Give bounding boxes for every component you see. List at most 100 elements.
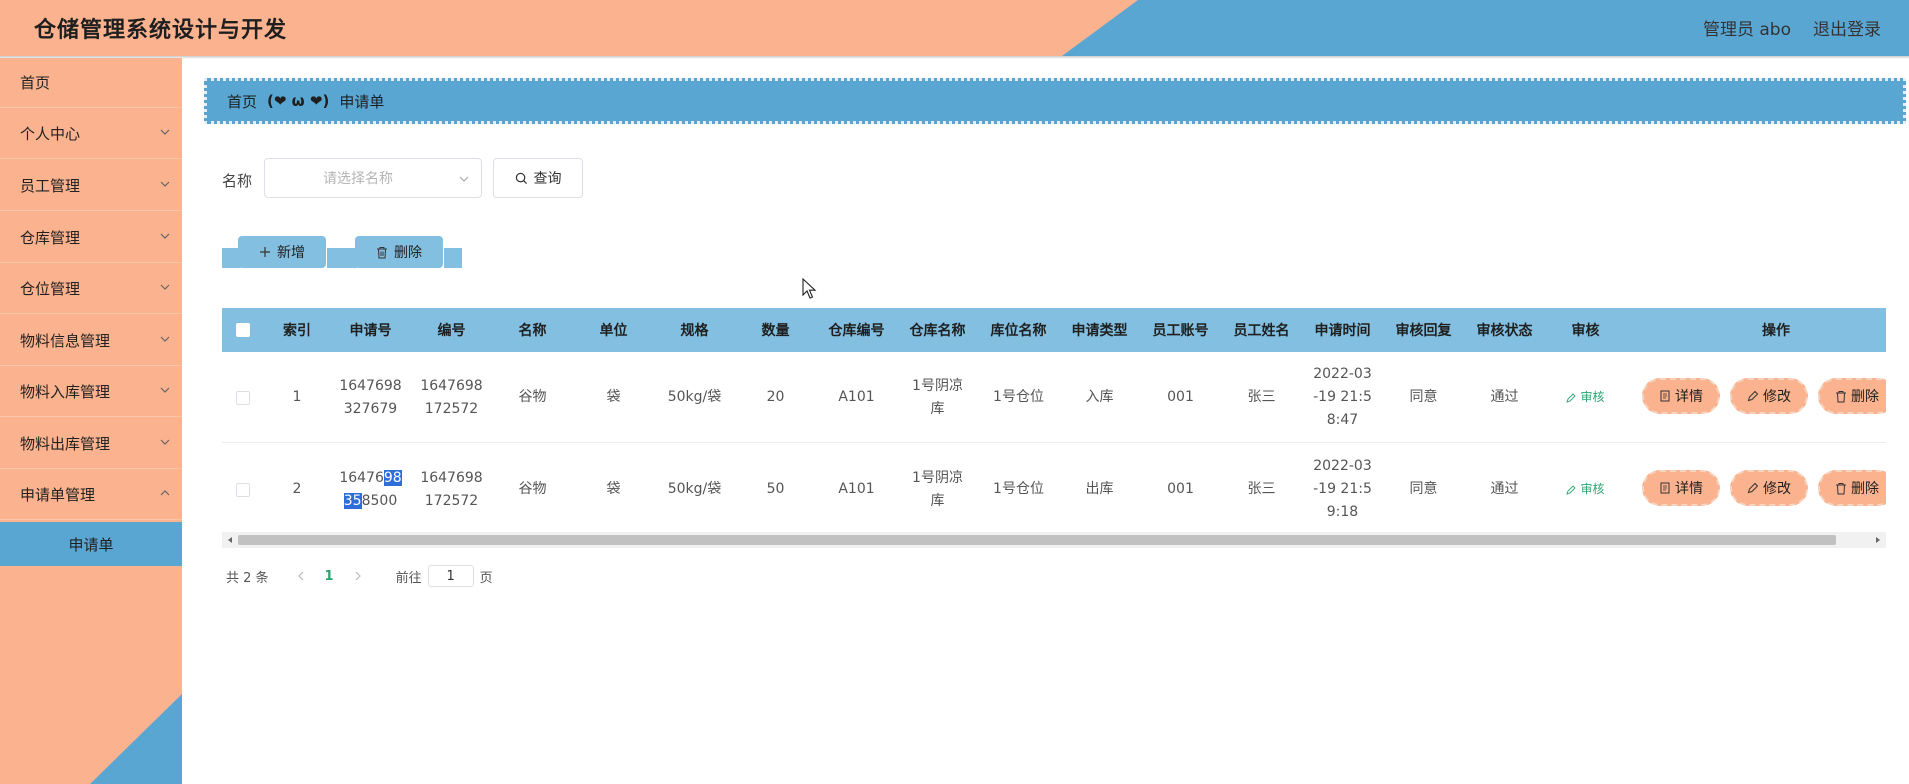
table-horizontal-scrollbar[interactable] [222, 532, 1886, 548]
sidebar-item-staff[interactable]: 员工管理 [0, 161, 182, 211]
chevron-right-icon[interactable] [352, 570, 364, 582]
scroll-left-icon[interactable] [225, 535, 235, 545]
pagination-total: 共 2 条 [226, 570, 269, 586]
row-select-cell [222, 352, 264, 443]
sidebar-item-warehouse[interactable]: 仓库管理 [0, 213, 182, 263]
trash-icon [1836, 390, 1846, 402]
select-all-checkbox[interactable] [236, 323, 250, 337]
cell-line: 1号阴凉 [912, 469, 963, 486]
scrollbar-thumb[interactable] [238, 535, 1836, 545]
cell-line: 1647698 [420, 469, 483, 486]
cell-line: 库 [930, 400, 945, 417]
cell-audit: 审核 [1545, 444, 1626, 532]
page-jump-input[interactable] [427, 565, 474, 587]
column-header: 编号 [437, 323, 466, 339]
column-header: 申请号 [349, 323, 392, 339]
add-button[interactable]: 新增 [238, 236, 326, 268]
chevron-down-icon [160, 439, 170, 445]
breadcrumb-home[interactable]: 首页 [227, 91, 257, 112]
column-header: 审核 [1571, 323, 1600, 339]
sidebar-item-label: 物料入库管理 [20, 383, 111, 401]
sidebar-item-home[interactable]: 首页 [0, 58, 182, 108]
column-header: 申请时间 [1314, 323, 1371, 339]
delete-ribbon-tail-right [444, 248, 462, 268]
delete-button-label: 删除 [1851, 481, 1879, 497]
sidebar-item-material-outbound[interactable]: 物料出库管理 [0, 419, 182, 469]
cell-line: 172572 [424, 400, 479, 417]
batch-delete-button[interactable]: 删除 [355, 236, 443, 268]
column-header: 索引 [283, 323, 311, 339]
application-table: 索引 申请号 编号 名称 单位 规格 数量 仓库编号 仓库名称 库位名称 申请类… [222, 308, 1886, 532]
cell-line: 9:18 [1326, 504, 1359, 520]
cell-line: 172572 [424, 492, 479, 509]
trash-icon [1836, 482, 1846, 494]
query-button[interactable]: 查询 [493, 158, 583, 198]
cell-code: 1647698 172572 [411, 352, 492, 443]
edit-icon [1566, 484, 1577, 495]
cell-reply: 同意 [1409, 481, 1438, 497]
delete-button[interactable]: 删除 [1818, 470, 1886, 506]
cell-line: 358500 [339, 490, 401, 513]
cell-line: -19 21:5 [1313, 481, 1372, 497]
sidebar-item-label: 物料出库管理 [20, 435, 111, 453]
sidebar-item-personal-center[interactable]: 个人中心 [0, 109, 182, 159]
cell-time: 2022-03 -19 21:5 9:18 [1302, 444, 1383, 532]
row-checkbox[interactable] [236, 482, 250, 497]
audit-link[interactable]: 审核 [1566, 386, 1605, 409]
page-number[interactable]: 1 [325, 569, 334, 584]
name-select[interactable]: 请选择名称 [264, 158, 482, 198]
detail-button[interactable]: 详情 [1642, 378, 1720, 414]
cell-line: -19 21:5 [1313, 389, 1372, 405]
chevron-down-icon [160, 129, 170, 135]
column-header: 员工姓名 [1233, 323, 1290, 339]
edit-button[interactable]: 修改 [1730, 378, 1808, 414]
cell-qty: 20 [766, 389, 785, 405]
sidebar-subitem-application[interactable]: 申请单 [0, 522, 182, 566]
column-header: 规格 [680, 323, 709, 339]
sidebar-item-label: 物料信息管理 [20, 332, 111, 350]
cell-apply-no: 1647698 358500 [330, 444, 411, 532]
sidebar-corner-decoration [90, 694, 182, 784]
edit-button-label: 修改 [1763, 389, 1791, 405]
cell-line: 8:47 [1326, 412, 1359, 428]
edit-button-label: 修改 [1763, 481, 1791, 497]
edit-icon [1566, 392, 1577, 403]
cell-spec: 50kg/袋 [667, 481, 722, 497]
column-header: 仓库编号 [828, 323, 885, 339]
chevron-left-icon[interactable] [295, 570, 307, 582]
scroll-right-icon[interactable] [1873, 535, 1883, 545]
delete-button-label: 删除 [1851, 389, 1879, 405]
cell-line: 327679 [343, 400, 398, 417]
sidebar-item-location[interactable]: 仓位管理 [0, 264, 182, 314]
chevron-down-icon [160, 233, 170, 239]
cell-status: 通过 [1490, 481, 1519, 497]
row-checkbox[interactable] [236, 390, 250, 405]
cell-wh-name: 1号阴凉库 [897, 352, 978, 443]
chevron-down-icon [160, 336, 170, 342]
chevron-down-icon [160, 181, 170, 187]
delete-button[interactable]: 删除 [1818, 378, 1886, 414]
query-button-label: 查询 [533, 171, 562, 187]
sidebar-item-material-info[interactable]: 物料信息管理 [0, 316, 182, 366]
table-header: 索引 申请号 编号 名称 单位 规格 数量 仓库编号 仓库名称 库位名称 申请类… [222, 308, 1886, 352]
cell-unit: 袋 [606, 389, 621, 405]
logout-link[interactable]: 退出登录 [1813, 15, 1881, 40]
current-user: 管理员 abo [1702, 20, 1791, 40]
table-row: 1 1647698 327679 1647698 172572 谷物 袋 50kg/… [222, 352, 1886, 443]
column-header: 库位名称 [990, 323, 1047, 339]
sidebar-item-material-inbound[interactable]: 物料入库管理 [0, 367, 182, 417]
name-select-placeholder: 请选择名称 [323, 171, 393, 187]
cell-emp-acct: 001 [1167, 481, 1194, 497]
column-header: 仓库名称 [909, 323, 966, 339]
audit-link[interactable]: 审核 [1566, 478, 1605, 501]
edit-button[interactable]: 修改 [1730, 470, 1808, 506]
cell-index: 2 [292, 481, 302, 497]
cell-unit: 袋 [606, 481, 621, 497]
detail-button-label: 详情 [1675, 389, 1703, 405]
chevron-down-icon [459, 176, 469, 182]
cell-time: 2022-03 -19 21:5 8:47 [1302, 352, 1383, 443]
selected-text: 98 [383, 469, 402, 486]
sidebar-item-application-mgmt[interactable]: 申请单管理 [0, 470, 182, 520]
cell-line: 2022-03 [1313, 366, 1372, 382]
detail-button[interactable]: 详情 [1642, 470, 1720, 506]
